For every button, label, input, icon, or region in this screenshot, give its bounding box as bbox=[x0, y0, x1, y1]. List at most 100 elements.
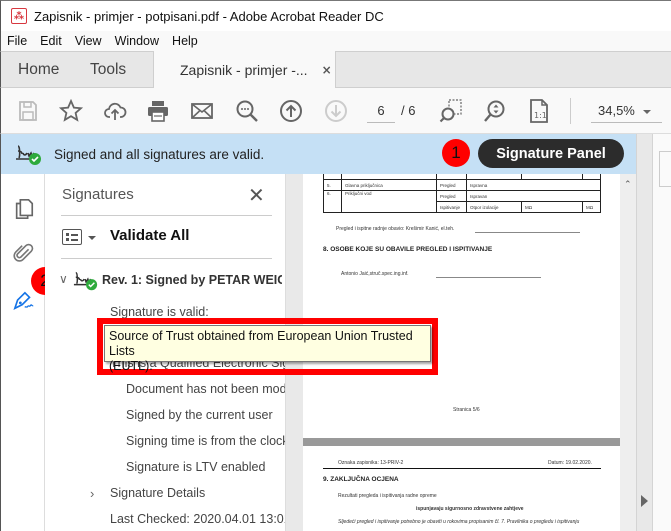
pdf-page-5: 5. Glavna priključnica Pregled Ispravna … bbox=[303, 174, 620, 438]
pdf-date: Datum: 19.02.2020. bbox=[548, 460, 592, 466]
tooltip-line-1: Source of Trust obtained from European U… bbox=[109, 329, 413, 358]
tab-document-label: Zapisnik - primjer -... bbox=[180, 61, 308, 78]
chevron-down-icon bbox=[643, 110, 651, 114]
right-pane-collapsed bbox=[636, 134, 653, 531]
panel-divider bbox=[61, 215, 272, 216]
table-row: 6. Priključni vod Pregled Ispravan bbox=[323, 190, 601, 213]
signature-valid-icon bbox=[16, 145, 41, 165]
table-cell: Ispravan bbox=[466, 190, 601, 202]
tab-document[interactable]: Zapisnik - primjer -... × bbox=[153, 51, 336, 88]
pdf-inspection-table: 5. Glavna priključnica Pregled Ispravna … bbox=[323, 174, 601, 213]
pdf-inspector-line: Pregled i ispitne radnje obavio: Krešimi… bbox=[336, 226, 455, 232]
pdf-next-inspection-line: Sljedeći pregled i ispitivanje potrebno … bbox=[338, 519, 580, 525]
expand-right-pane-icon[interactable] bbox=[641, 495, 648, 507]
toolbar: 6 / 6 1:1 34,5% bbox=[0, 88, 671, 134]
menu-file[interactable]: File bbox=[7, 34, 27, 48]
table-cell: MΩ bbox=[521, 201, 583, 213]
chevron-right-icon[interactable]: › bbox=[90, 486, 94, 501]
menu-edit[interactable]: Edit bbox=[40, 34, 62, 48]
svg-text:1:1: 1:1 bbox=[534, 111, 547, 120]
pdf-signature-line bbox=[475, 232, 580, 233]
chevron-down-icon[interactable]: ∨ bbox=[59, 272, 68, 286]
chevron-down-icon[interactable] bbox=[88, 236, 96, 240]
signature-message-bar: Signed and all signatures are valid. 1 S… bbox=[0, 134, 636, 174]
bookmark-star-icon[interactable] bbox=[58, 98, 84, 124]
table-cell: Ispitivanje bbox=[436, 201, 467, 213]
signature-revision-row[interactable]: ∨ Rev. 1: Signed by PETAR WEIGAI bbox=[45, 266, 285, 294]
page-down-icon[interactable] bbox=[323, 98, 349, 124]
page-total: / 6 bbox=[401, 103, 416, 118]
actual-size-icon[interactable]: 1:1 bbox=[526, 98, 552, 124]
save-icon[interactable] bbox=[15, 98, 41, 124]
table-cell: Pregled bbox=[436, 179, 467, 191]
page-separator bbox=[303, 438, 620, 446]
close-panel-icon[interactable]: ✕ bbox=[248, 183, 265, 207]
toolbar-separator bbox=[570, 98, 571, 124]
page-number-input[interactable]: 6 bbox=[367, 101, 395, 123]
acrobat-icon: ⁂ bbox=[11, 8, 27, 24]
scroll-up-icon[interactable]: ⌃ bbox=[624, 180, 632, 190]
print-icon[interactable] bbox=[145, 98, 171, 124]
right-pane-tab[interactable] bbox=[659, 151, 671, 187]
signatures-icon[interactable] bbox=[11, 288, 37, 314]
menu-help[interactable]: Help bbox=[172, 34, 198, 48]
marquee-zoom-icon[interactable] bbox=[438, 98, 464, 124]
search-icon[interactable] bbox=[234, 98, 260, 124]
signed-by-current-user-text: Signed by the current user bbox=[126, 408, 273, 422]
attachments-icon[interactable] bbox=[11, 240, 37, 266]
ltv-enabled-text: Signature is LTV enabled bbox=[126, 460, 266, 474]
options-menu-icon[interactable] bbox=[62, 229, 82, 245]
pdf-header-rule bbox=[323, 468, 601, 469]
zoom-level-dropdown[interactable]: 34,5% bbox=[591, 101, 662, 123]
last-checked-text: Last Checked: 2020.04.01 13:01:1 bbox=[110, 512, 285, 526]
tab-home[interactable]: Home bbox=[18, 61, 59, 79]
cloud-upload-icon[interactable] bbox=[102, 98, 128, 124]
pdf-page-footer: Stranica 5/6 bbox=[453, 407, 480, 413]
tab-tools[interactable]: Tools bbox=[90, 61, 126, 79]
pdf-signature-line bbox=[436, 277, 541, 278]
page-thumbnails-icon[interactable] bbox=[11, 196, 37, 222]
table-row: 5. Glavna priključnica Pregled Ispravna bbox=[323, 179, 601, 191]
table-cell: Ispravna bbox=[466, 179, 601, 191]
table-cell: 6. bbox=[323, 190, 342, 213]
table-cell: Priključni vod bbox=[341, 190, 437, 213]
pdf-section-9-heading: 9. ZAKLJUČNA OCJENA bbox=[323, 476, 399, 483]
document-not-modified-text: Document has not been modified bbox=[126, 382, 285, 396]
pdf-person-line: Antonio Jaić,struč.spec.ing.inf. bbox=[341, 271, 409, 277]
table-cell: Otpor izolacije bbox=[466, 201, 522, 213]
pdf-compliance-line: ispunjavaju sigurnosno zdravstvene zahtj… bbox=[416, 506, 524, 512]
zoom-icon[interactable] bbox=[482, 98, 508, 124]
signature-revision-label: Rev. 1: Signed by PETAR WEIGAI bbox=[102, 273, 282, 287]
table-cell: MΩ bbox=[582, 201, 601, 213]
title-bar: ⁂ Zapisnik - primjer - potpisani.pdf - A… bbox=[0, 0, 671, 31]
menu-view[interactable]: View bbox=[75, 34, 102, 48]
table-cell: Pregled bbox=[436, 190, 467, 202]
pdf-result-line: Rezultati pregleda i ispitivanja radne o… bbox=[338, 493, 437, 499]
right-tools-pane bbox=[653, 134, 671, 531]
table-cell: Glavna priključnica bbox=[341, 179, 437, 191]
tab-bar: Home Tools Zapisnik - primjer -... × bbox=[0, 51, 671, 88]
panel-divider bbox=[61, 258, 272, 259]
page-up-icon[interactable] bbox=[278, 98, 304, 124]
menu-window[interactable]: Window bbox=[115, 34, 159, 48]
signature-valid-text: Signature is valid: bbox=[110, 305, 209, 319]
menu-bar: File Edit View Window Help bbox=[0, 31, 671, 51]
validate-all-button[interactable]: Validate All bbox=[110, 227, 189, 244]
signing-time-text: Signing time is from the clock bbox=[126, 434, 285, 448]
window-title: Zapisnik - primjer - potpisani.pdf - Ado… bbox=[34, 8, 384, 24]
email-icon[interactable] bbox=[189, 98, 215, 124]
left-navigation-rail: 2 bbox=[0, 174, 59, 531]
tooltip-line-2: (EUTL). bbox=[109, 359, 153, 373]
pdf-section-8-heading: 8. OSOBE KOJE SU OBAVILE PREGLED I ISPIT… bbox=[323, 246, 493, 253]
annotation-badge-1: 1 bbox=[442, 139, 470, 167]
pdf-record-id: Oznaka zapisnika: 13-PRIV-2 bbox=[338, 460, 404, 466]
signature-valid-icon bbox=[73, 271, 98, 291]
trust-source-tooltip: Source of Trust obtained from European U… bbox=[104, 325, 431, 373]
table-cell: 5. bbox=[323, 179, 342, 191]
signature-details-toggle[interactable]: Signature Details bbox=[110, 486, 205, 500]
document-scrollbar[interactable]: ⌃ bbox=[620, 174, 636, 531]
signature-status-message: Signed and all signatures are valid. bbox=[54, 147, 265, 162]
close-tab-icon[interactable]: × bbox=[322, 63, 332, 77]
pdf-page-6: Oznaka zapisnika: 13-PRIV-2 Datum: 19.02… bbox=[303, 446, 620, 531]
signature-panel-button[interactable]: Signature Panel bbox=[478, 139, 624, 168]
